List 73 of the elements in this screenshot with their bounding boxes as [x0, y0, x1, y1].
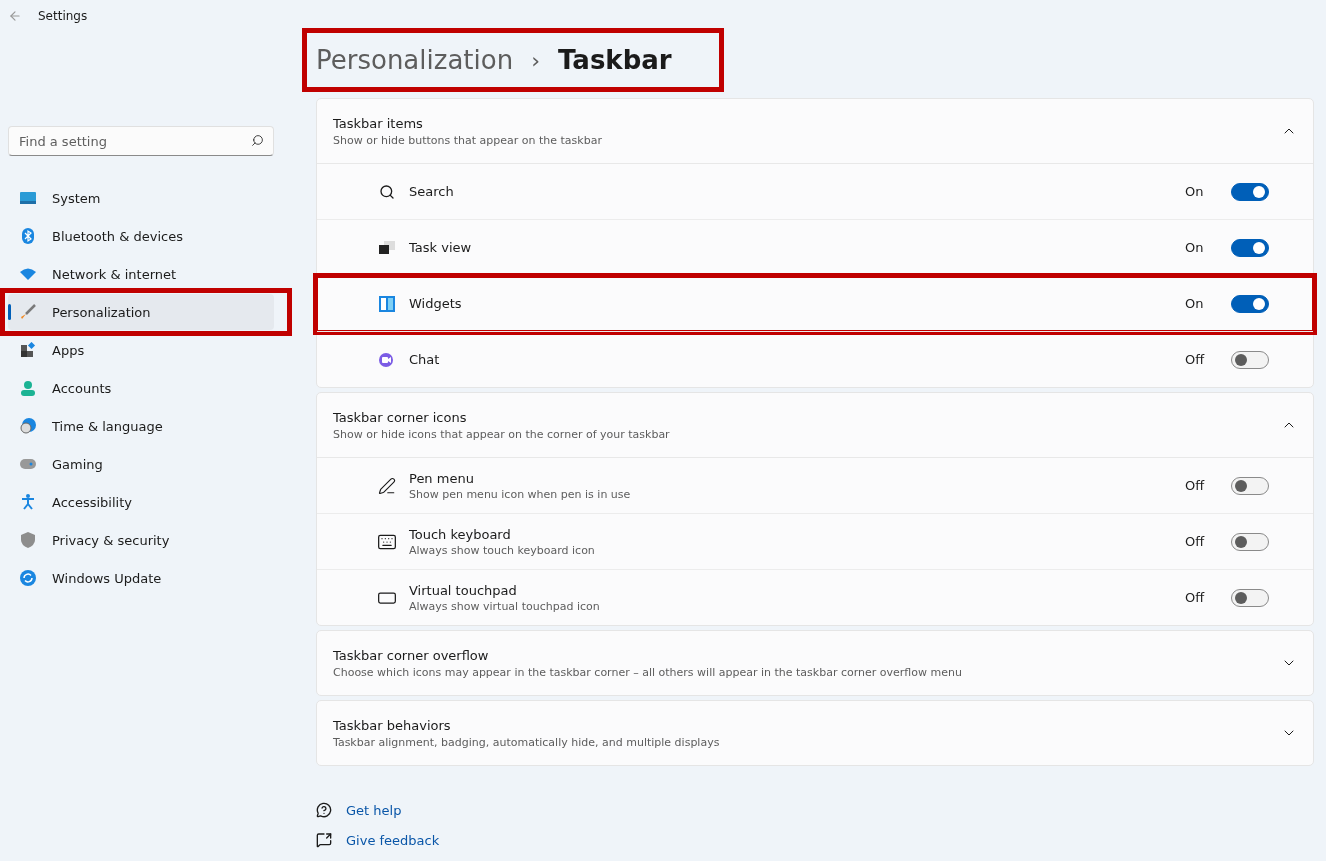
sidebar-item[interactable]: Gaming	[8, 446, 274, 482]
bluetooth-icon	[20, 228, 36, 244]
update-icon	[20, 570, 36, 586]
sidebar-item[interactable]: Apps	[8, 332, 274, 368]
accessibility-icon	[20, 494, 36, 510]
setting-description: Always show virtual touchpad icon	[409, 599, 601, 613]
sidebar-item[interactable]: Bluetooth & devices	[8, 218, 274, 254]
setting-label: Widgets	[409, 296, 463, 311]
task-view-icon	[377, 240, 397, 255]
sidebar-label: Accessibility	[52, 494, 132, 510]
setting-description: Show pen menu icon when pen is in use	[409, 487, 632, 501]
sidebar-item[interactable]: Time & language	[8, 408, 274, 444]
feedback-icon	[316, 832, 332, 848]
page-title: Taskbar	[557, 45, 672, 75]
setting-label: Task view	[409, 240, 473, 255]
sidebar-label: Gaming	[52, 456, 103, 472]
sidebar-label: Network & internet	[52, 266, 177, 282]
monitor-icon	[20, 192, 36, 204]
sidebar-item[interactable]: Privacy & security	[8, 522, 274, 558]
sidebar-item[interactable]: Windows Update	[8, 560, 274, 596]
paintbrush-icon	[20, 304, 36, 320]
sidebar-label: Personalization	[52, 304, 151, 320]
toggle-switch[interactable]	[1231, 350, 1269, 369]
search-field[interactable]: Find a setting	[8, 126, 274, 156]
apps-icon	[20, 342, 36, 358]
help-link[interactable]: Get help	[346, 802, 402, 818]
selection-indicator	[8, 304, 11, 320]
setting-label: Pen menu	[409, 470, 475, 486]
sidebar-item[interactable]: Personalization	[8, 294, 274, 330]
sidebar-label: Privacy & security	[52, 532, 170, 548]
sidebar-label: Accounts	[52, 380, 112, 396]
person-icon	[20, 380, 36, 396]
section-header[interactable]: Taskbar items Show or hide buttons that appear on the taskbar	[317, 99, 1313, 164]
toggle-state: On	[1185, 184, 1205, 199]
breadcrumb-separator: ›	[531, 47, 540, 73]
toggle-switch[interactable]	[1231, 532, 1269, 551]
sidebar-label: Windows Update	[52, 570, 162, 586]
section-header[interactable]: Taskbar corner icons Show or hide icons that appear on the corner of your taskbar	[317, 393, 1313, 458]
help-icon	[316, 802, 332, 818]
toggle-state: On	[1185, 240, 1205, 255]
sidebar-label: Bluetooth & devices	[52, 228, 183, 244]
setting-label: Virtual touchpad	[409, 582, 518, 598]
toggle-state: Off	[1185, 590, 1206, 605]
toggle-switch[interactable]	[1231, 588, 1269, 607]
sidebar-item[interactable]: Accessibility	[8, 484, 274, 520]
sidebar-label: Time & language	[52, 418, 163, 434]
wifi-icon	[20, 268, 36, 280]
toggle-state: On	[1185, 296, 1205, 311]
sidebar-item[interactable]: Network & internet	[8, 256, 274, 292]
widgets-icon	[377, 295, 397, 312]
setting-label: Touch keyboard	[409, 526, 512, 542]
pen-icon	[377, 476, 397, 495]
setting-description: Always show touch keyboard icon	[409, 543, 596, 557]
sidebar-item[interactable]: System	[8, 180, 274, 216]
section-header[interactable]: Taskbar corner overflow Choose which icons may appear in the taskbar corner – all others will appear in the taskbar corner overflow menu	[317, 631, 1313, 695]
search-icon	[251, 134, 264, 147]
help-link[interactable]: Give feedback	[346, 832, 440, 848]
setting-label: Chat	[409, 352, 441, 367]
toggle-switch[interactable]	[1231, 182, 1269, 201]
toggle-state: Off	[1185, 478, 1206, 493]
toggle-switch[interactable]	[1231, 238, 1269, 257]
sidebar-item[interactable]: Accounts	[8, 370, 274, 406]
breadcrumb-link[interactable]: Personalization	[316, 45, 514, 75]
toggle-state: Off	[1185, 352, 1206, 367]
sidebar-label: System	[52, 190, 101, 206]
toggle-switch[interactable]	[1231, 294, 1269, 313]
setting-label: Search	[409, 184, 455, 199]
window-title: Settings	[38, 9, 88, 23]
shield-icon	[20, 532, 36, 548]
section-header[interactable]: Taskbar behaviors Taskbar alignment, badging, automatically hide, and multiple displays	[317, 701, 1313, 765]
toggle-switch[interactable]	[1231, 476, 1269, 495]
sidebar-label: Apps	[52, 342, 85, 358]
toggle-state: Off	[1185, 534, 1206, 549]
